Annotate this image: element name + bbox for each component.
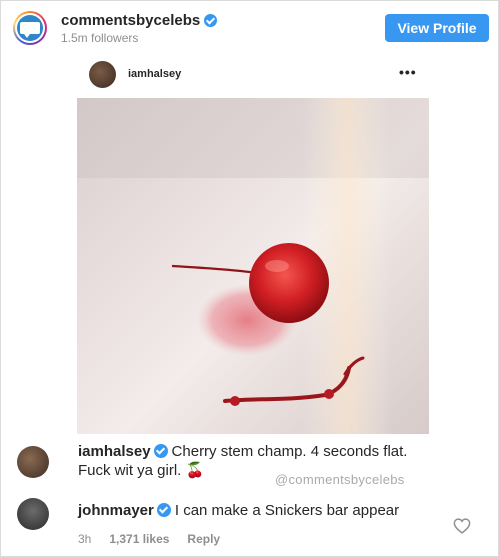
speech-bubble-logo-icon bbox=[20, 22, 40, 38]
embedded-post: iamhalsey ••• bbox=[77, 58, 429, 434]
commenter-avatar[interactable] bbox=[17, 498, 49, 530]
follower-count: 1.5m followers bbox=[61, 31, 139, 45]
verified-badge-icon bbox=[156, 503, 171, 517]
verified-badge-icon bbox=[204, 14, 218, 27]
heart-icon[interactable] bbox=[453, 518, 471, 534]
profile-avatar[interactable] bbox=[13, 11, 47, 45]
view-profile-button[interactable]: View Profile bbox=[385, 14, 489, 42]
commenter-avatar[interactable] bbox=[17, 446, 49, 478]
comment-username[interactable]: iamhalsey bbox=[78, 443, 151, 460]
profile-username[interactable]: commentsbycelebs bbox=[61, 12, 200, 29]
post-photo bbox=[77, 98, 429, 434]
comment-text: johnmayer I can make a Snickers bar appea… bbox=[78, 501, 458, 520]
more-options-icon: ••• bbox=[399, 64, 417, 80]
comment-body: I can make a Snickers bar appear bbox=[174, 502, 400, 519]
comment-likes[interactable]: 1,371 likes bbox=[109, 532, 169, 546]
verified-badge-icon bbox=[153, 444, 168, 458]
embedded-avatar bbox=[89, 61, 116, 88]
cherry-photo-illustration bbox=[77, 98, 429, 434]
profile-name[interactable]: commentsbycelebs bbox=[61, 12, 218, 29]
post-card: commentsbycelebs 1.5m followers View Pro… bbox=[0, 0, 499, 557]
watermark-text: @commentsbycelebs bbox=[275, 472, 405, 487]
embedded-username: iamhalsey bbox=[128, 68, 182, 80]
comment-meta: 3h 1,371 likes Reply bbox=[78, 532, 220, 546]
reply-button[interactable]: Reply bbox=[187, 532, 220, 546]
comment-time: 3h bbox=[78, 532, 92, 546]
comment-username[interactable]: johnmayer bbox=[78, 502, 154, 519]
